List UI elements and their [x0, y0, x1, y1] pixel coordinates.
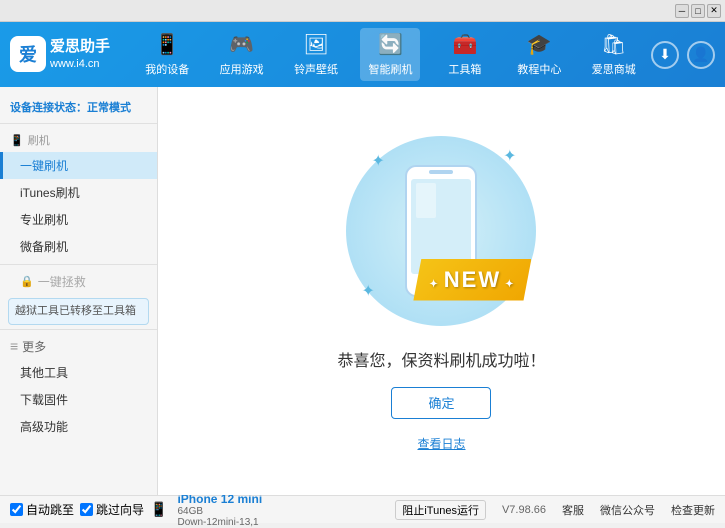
status-label: 设备连接状态： — [10, 102, 87, 114]
customer-service-link[interactable]: 客服 — [562, 502, 584, 518]
new-banner: NEW — [413, 259, 531, 301]
sidebar-itunes-flash[interactable]: iTunes刷机 — [0, 179, 157, 206]
header: 爱 爱思助手 www.i4.cn 📱 我的设备 🎮 应用游戏 🖼 铃声壁纸 🔄 … — [0, 22, 725, 87]
device-info: iPhone 12 mini 64GB Down-12mini-13,1 — [177, 492, 262, 528]
header-right: ⬇ 👤 — [651, 41, 715, 69]
maximize-button[interactable]: □ — [691, 4, 705, 18]
itunes-status: 阻止iTunes运行 — [395, 500, 486, 520]
sparkle-icon-tl: ✦ — [371, 151, 384, 171]
main-content: ✦ ✦ ✦ NEW — [158, 87, 725, 495]
divider-2 — [0, 329, 157, 330]
stop-itunes-button[interactable]: 阻止iTunes运行 — [395, 500, 486, 520]
logo: 爱 爱思助手 www.i4.cn — [10, 36, 110, 72]
main-container: 设备连接状态：正常模式 📱 刷机 一键刷机 iTunes刷机 专业刷机 微备刷机… — [0, 87, 725, 495]
divider-1 — [0, 264, 157, 265]
sidebar-backup-flash[interactable]: 微备刷机 — [0, 233, 157, 260]
nav-toolbox-label: 工具箱 — [448, 61, 481, 77]
footer-right: 阻止iTunes运行 V7.98.66 客服 微信公众号 检查更新 — [395, 500, 715, 520]
logo-text: 爱思助手 www.i4.cn — [50, 36, 110, 72]
nav-toolbox[interactable]: 🧰 工具箱 — [435, 28, 495, 81]
user-button[interactable]: 👤 — [687, 41, 715, 69]
status-value: 正常模式 — [87, 102, 131, 114]
nav-my-device-label: 我的设备 — [145, 61, 189, 77]
device-version: Down-12mini-13,1 — [177, 517, 262, 528]
store-icon: 🛍 — [601, 32, 626, 57]
nav-bar: 📱 我的设备 🎮 应用游戏 🖼 铃声壁纸 🔄 智能刷机 🧰 工具箱 🎓 教程中心… — [130, 28, 651, 81]
flash-icon: 🔄 — [378, 32, 403, 57]
more-section-title: ≡ 更多 — [0, 334, 157, 359]
sparkle-icon-tr: ✦ — [503, 146, 516, 166]
sidebar: 设备连接状态：正常模式 📱 刷机 一键刷机 iTunes刷机 专业刷机 微备刷机… — [0, 87, 158, 495]
nav-apps[interactable]: 🎮 应用游戏 — [212, 28, 272, 81]
wallpaper-icon: 🖼 — [303, 32, 328, 57]
rescue-notice: 越狱工具已转移至工具箱 — [8, 298, 149, 325]
footer: 自动跳至 跳过向导 📱 iPhone 12 mini 64GB Down-12m… — [0, 495, 725, 523]
sidebar-download-firmware[interactable]: 下载固件 — [0, 386, 157, 413]
brand-name: 爱思助手 — [50, 36, 110, 57]
window-controls[interactable]: ─ □ ✕ — [675, 4, 721, 18]
logo-icon: 爱 — [10, 36, 46, 72]
skip-wizard-label: 跳过向导 — [96, 501, 144, 518]
sidebar-rescue-disabled: 🔒 一键拯救 — [0, 269, 157, 294]
lock-icon: 🔒 — [20, 275, 34, 288]
minimize-button[interactable]: ─ — [675, 4, 689, 18]
device-info-row: 📱 iPhone 12 mini 64GB Down-12mini-13,1 — [150, 492, 262, 528]
nav-apps-label: 应用游戏 — [220, 61, 264, 77]
nav-tutorials-label: 教程中心 — [517, 61, 561, 77]
sidebar-advanced[interactable]: 高级功能 — [0, 413, 157, 440]
nav-wallpaper[interactable]: 🖼 铃声壁纸 — [286, 28, 346, 81]
skip-wizard-input[interactable] — [80, 503, 93, 516]
auto-jump-label: 自动跳至 — [26, 501, 74, 518]
nav-my-device[interactable]: 📱 我的设备 — [137, 28, 197, 81]
auto-jump-checkbox[interactable]: 自动跳至 — [10, 501, 74, 518]
success-message: 恭喜您，保资料刷机成功啦！ — [337, 347, 545, 371]
device-icon: 📱 — [155, 32, 180, 57]
check-update-link[interactable]: 检查更新 — [671, 502, 715, 518]
tutorials-icon: 🎓 — [527, 32, 552, 57]
phone-illustration: ✦ ✦ ✦ NEW — [341, 131, 541, 331]
nav-store-label: 爱思商城 — [592, 61, 636, 77]
sidebar-one-click-flash[interactable]: 一键刷机 — [0, 152, 157, 179]
close-button[interactable]: ✕ — [707, 4, 721, 18]
auto-jump-input[interactable] — [10, 503, 23, 516]
skip-wizard-checkbox[interactable]: 跳过向导 — [80, 501, 144, 518]
download-button[interactable]: ⬇ — [651, 41, 679, 69]
flash-section-title: 📱 刷机 — [0, 128, 157, 152]
wechat-public-link[interactable]: 微信公众号 — [600, 502, 655, 518]
nav-smart-flash-label: 智能刷机 — [368, 61, 412, 77]
guide-link[interactable]: 查看日志 — [417, 435, 465, 452]
connection-status: 设备连接状态：正常模式 — [0, 95, 157, 124]
footer-left: 自动跳至 跳过向导 📱 iPhone 12 mini 64GB Down-12m… — [10, 492, 262, 528]
brand-url: www.i4.cn — [50, 57, 110, 72]
sidebar-other-tools[interactable]: 其他工具 — [0, 359, 157, 386]
confirm-button[interactable]: 确定 — [391, 387, 491, 419]
success-panel: ✦ ✦ ✦ NEW — [337, 131, 545, 452]
title-bar: ─ □ ✕ — [0, 0, 725, 22]
menu-icon: ≡ — [10, 338, 18, 354]
version-label: V7.98.66 — [502, 504, 546, 516]
device-storage: 64GB — [177, 506, 262, 517]
device-phone-icon: 📱 — [150, 501, 167, 518]
apps-icon: 🎮 — [229, 32, 254, 57]
sparkle-icon-bl: ✦ — [361, 281, 374, 301]
sidebar-professional-flash[interactable]: 专业刷机 — [0, 206, 157, 233]
toolbox-icon: 🧰 — [452, 32, 477, 57]
new-ribbon: NEW — [413, 259, 531, 301]
nav-wallpaper-label: 铃声壁纸 — [294, 61, 338, 77]
nav-smart-flash[interactable]: 🔄 智能刷机 — [360, 28, 420, 81]
nav-tutorials[interactable]: 🎓 教程中心 — [509, 28, 569, 81]
flash-section-icon: 📱 — [10, 134, 24, 147]
nav-store[interactable]: 🛍 爱思商城 — [584, 28, 644, 81]
